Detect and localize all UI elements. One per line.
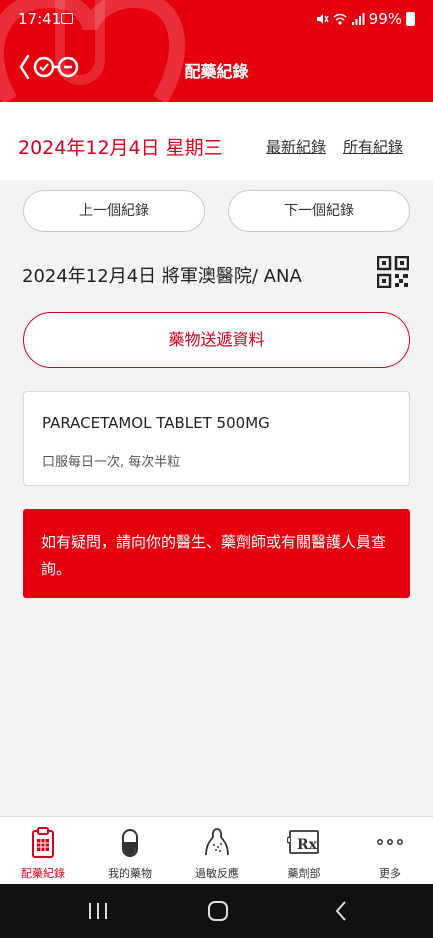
home-icon[interactable] [206,900,230,922]
nav-label-my-medicines: 我的藥物 [108,867,152,880]
recent-apps-icon[interactable] [86,900,110,922]
previous-record-button[interactable]: 上一個紀錄 [23,190,205,232]
nav-dispensing-records[interactable]: 配藥紀錄 [0,817,86,885]
current-date: 2024年12月4日 星期三 [18,137,223,159]
system-back-icon[interactable] [330,900,354,922]
more-icon [377,839,403,845]
qr-code-icon[interactable] [377,256,409,288]
nav-label-allergy: 過敏反應 [195,867,239,880]
wifi-icon [333,13,347,25]
allergy-icon [205,828,229,856]
medication-card[interactable]: PARACETAMOL TABLET 500MG 口服每日一次, 每次半粒 [23,391,410,486]
signal-icon [351,13,365,25]
nav-my-medicines[interactable]: 我的藥物 [87,817,173,885]
medication-name: PARACETAMOL TABLET 500MG [42,414,270,432]
status-icons: 99% [315,10,415,28]
status-bar: 17:41 99% [0,8,433,32]
delivery-info-button[interactable]: 藥物送遞資料 [23,312,410,368]
nav-allergy[interactable]: 過敏反應 [174,817,260,885]
nav-label-more: 更多 [379,867,401,880]
nav-pharmacy[interactable]: Rx 藥劑部 [261,817,347,885]
latest-records-link[interactable]: 最新紀錄 [266,136,326,157]
page-title: 配藥紀錄 [184,62,249,81]
pill-icon [122,829,138,857]
battery-percent: 99% [368,10,402,28]
battery-icon [406,12,415,26]
nav-label-pharmacy: 藥劑部 [287,867,321,880]
mute-icon [316,14,329,24]
inquiry-notice: 如有疑問，請向你的醫生、藥劑師或有關醫護人員查詢。 [23,509,410,598]
clipboard-icon [32,827,54,858]
app-header: 17:41 99% 配藥紀錄 [0,0,433,102]
nav-label-dispensing-records: 配藥紀錄 [21,867,65,880]
date-bar: 2024年12月4日 星期三 最新紀錄 所有紀錄 [0,102,433,180]
rx-icon: Rx [287,830,319,854]
bottom-navigation: 配藥紀錄 我的藥物 過敏反應 Rx 藥劑部 更多 [0,816,433,884]
status-time: 17:41 [18,10,62,28]
svg-text:Rx: Rx [297,837,318,853]
nav-more[interactable]: 更多 [347,817,433,885]
image-notification-icon [61,13,73,24]
medication-dosage: 口服每日一次, 每次半粒 [42,455,181,470]
next-record-button[interactable]: 下一個紀錄 [228,190,410,232]
system-navigation-bar [0,884,433,938]
all-records-link[interactable]: 所有紀錄 [343,136,403,157]
record-title: 2024年12月4日 將軍澳醫院/ ANA [22,266,302,287]
